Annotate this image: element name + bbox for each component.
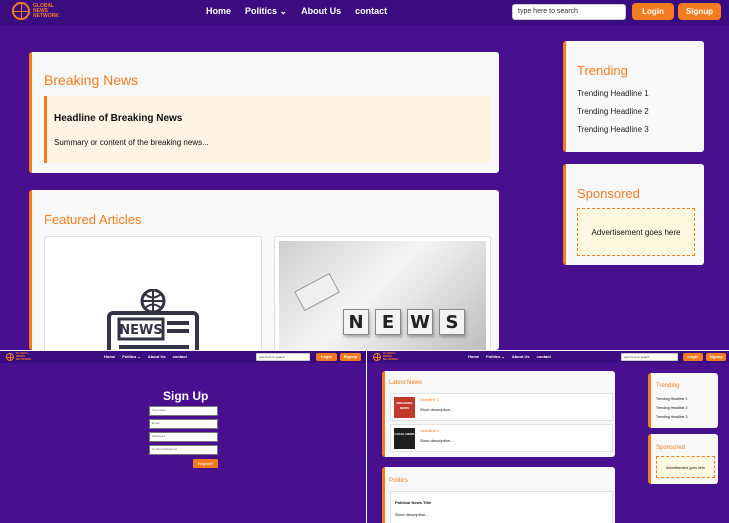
nav-link-politics[interactable]: Politics ⌄ [122, 354, 141, 359]
sponsored-title: Sponsored [656, 445, 686, 451]
politics-title: Politics [389, 478, 409, 484]
trending-item[interactable]: Trending Headline 2 [656, 406, 687, 410]
news-navbar: GLOBAL NEWS NETWORK Home Politics ⌄ Abou… [367, 351, 729, 363]
trending-item[interactable]: Trending Headline 1 [577, 89, 649, 98]
logo-text: GLOBAL NEWS NETWORK [16, 351, 32, 361]
nav-link-contact[interactable]: contact [355, 6, 387, 17]
latest-news-item[interactable]: LOCAL NEWS Headline 2 Short description.… [390, 424, 613, 452]
logo-text: GLOBAL NEWS NETWORK [33, 2, 59, 19]
advertisement-box[interactable]: Advertisement goes here [577, 208, 695, 256]
nav-link-about[interactable]: About Us [512, 354, 530, 359]
site-logo[interactable]: GLOBAL NEWS NETWORK [12, 2, 59, 20]
latest-news-title: Latest News [389, 380, 423, 386]
trending-card: Trending Trending Headline 1 Trending He… [563, 41, 704, 152]
newspaper-icon-label: NEWS [119, 323, 162, 338]
political-news-title: Political News Title [395, 500, 432, 505]
news-dice-photo: N E W S [279, 241, 486, 350]
trending-title: Trending [577, 63, 628, 78]
site-logo[interactable]: GLOBAL NEWS NETWORK [373, 352, 399, 361]
trending-item[interactable]: Trending Headline 2 [577, 107, 649, 116]
search-input[interactable]: type here to search [512, 4, 626, 20]
dice-letter: E [375, 309, 401, 335]
signup-button[interactable]: Signup [678, 3, 721, 20]
newspaper-icon: NEWS [107, 289, 199, 350]
breaking-news-card: Breaking News Headline of Breaking News … [29, 52, 499, 173]
breaking-news-title: Breaking News [44, 72, 139, 88]
rolled-newspaper [294, 272, 340, 312]
site-logo[interactable]: GLOBAL NEWS NETWORK [6, 352, 32, 361]
login-button[interactable]: Login [316, 353, 337, 361]
logo-text: GLOBAL NEWS NETWORK [383, 351, 399, 361]
political-news-description: Short description... [395, 512, 429, 517]
search-input[interactable]: type here to search [256, 353, 310, 361]
trending-item[interactable]: Trending Headline 1 [656, 397, 687, 401]
nav-link-about[interactable]: About Us [148, 354, 166, 359]
sponsored-title: Sponsored [577, 186, 640, 201]
advertisement-box[interactable]: Advertisement goes here [656, 456, 715, 478]
breaking-news-thumbnail: BREAKING NEWS [394, 397, 415, 418]
login-button[interactable]: Login [632, 3, 674, 20]
nav-links: Home Politics ⌄ About Us contact [468, 354, 551, 359]
latest-news-item[interactable]: BREAKING NEWS Headline 1 Short descripti… [390, 393, 613, 421]
trending-item[interactable]: Trending Headline 3 [656, 415, 687, 419]
nav-link-politics[interactable]: Politics ⌄ [486, 354, 505, 359]
dice-letter: W [407, 309, 433, 335]
latest-news-description: Short description... [420, 438, 454, 443]
email-field[interactable]: Email [149, 419, 218, 429]
confirm-password-field[interactable]: Confirm Password [149, 445, 218, 455]
sponsored-card: Sponsored Advertisement goes here [648, 434, 718, 484]
globe-icon [6, 352, 14, 361]
dice-letter: S [439, 309, 465, 335]
latest-news-card: Latest News BREAKING NEWS Headline 1 Sho… [382, 371, 615, 457]
featured-articles-title: Featured Articles [44, 212, 142, 227]
breaking-headline: Headline of Breaking News [54, 113, 183, 124]
politics-news-item[interactable]: Political News Title Short description..… [390, 491, 613, 523]
globe-icon [373, 352, 381, 361]
signup-button[interactable]: Signup [706, 353, 726, 361]
featured-article-2[interactable]: N E W S [274, 236, 491, 350]
nav-link-about[interactable]: About Us [301, 6, 341, 17]
sponsored-card: Sponsored Advertisement goes here [563, 164, 704, 265]
trending-card: Trending Trending Headline 1 Trending He… [648, 373, 718, 428]
search-input[interactable]: type here to search [621, 353, 678, 361]
nav-link-home[interactable]: Home [104, 354, 115, 359]
latest-news-description: Short description... [420, 407, 454, 412]
panel-divider [366, 351, 367, 523]
top-navbar: GLOBAL NEWS NETWORK Home Politics ⌄ Abou… [0, 0, 729, 25]
trending-title: Trending [656, 383, 680, 389]
politics-card: Politics Political News Title Short desc… [382, 467, 615, 523]
nav-link-home[interactable]: Home [468, 354, 479, 359]
featured-article-1[interactable]: NEWS [44, 236, 262, 350]
globe-icon [12, 2, 30, 20]
signup-navbar: GLOBAL NEWS NETWORK Home Politics ⌄ Abou… [0, 351, 366, 363]
nav-links: Home Politics ⌄ About Us contact [104, 354, 187, 359]
breaking-news-item[interactable]: Headline of Breaking News Summary or con… [44, 96, 491, 163]
password-field[interactable]: Password [149, 432, 218, 442]
featured-articles-card: Featured Articles NEWS N E W S [29, 190, 499, 350]
nav-links: Home Politics ⌄ About Us contact [206, 6, 387, 17]
latest-news-headline[interactable]: Headline 1 [420, 397, 439, 402]
login-button[interactable]: Login [683, 353, 703, 361]
dice-letter: N [343, 309, 369, 335]
nav-link-home[interactable]: Home [206, 6, 231, 17]
signup-button[interactable]: Signup [340, 353, 361, 361]
trending-item[interactable]: Trending Headline 3 [577, 125, 649, 134]
nav-link-politics[interactable]: Politics ⌄ [245, 6, 287, 17]
nav-link-contact[interactable]: contact [537, 354, 551, 359]
local-news-thumbnail: LOCAL NEWS [394, 428, 415, 449]
signup-title: Sign Up [163, 389, 209, 403]
nav-link-contact[interactable]: contact [173, 354, 187, 359]
latest-news-headline[interactable]: Headline 2 [420, 428, 439, 433]
username-field[interactable]: Username [149, 406, 218, 416]
register-button[interactable]: Register [193, 459, 218, 468]
breaking-summary: Summary or content of the breaking news.… [54, 138, 209, 147]
